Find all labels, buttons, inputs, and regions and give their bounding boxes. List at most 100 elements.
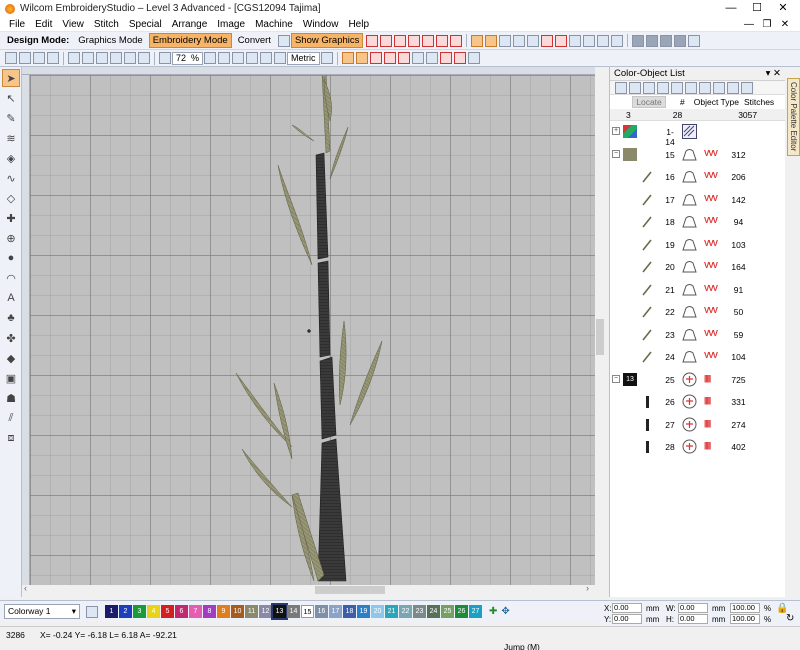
menu-edit[interactable]: Edit (35, 19, 52, 30)
column-tool-icon[interactable]: ◇ (2, 189, 20, 207)
color-object-row[interactable]: 28 ||||| 402 (610, 436, 785, 459)
colorway-select[interactable]: Colorway 1 ▾ (4, 604, 80, 619)
expand-icon[interactable]: + (612, 127, 620, 135)
flag-icon[interactable] (688, 34, 701, 47)
run-stitch-icon[interactable] (422, 34, 435, 47)
convert-button[interactable]: Convert (234, 33, 275, 48)
horizontal-scroll-thumb[interactable] (315, 586, 385, 594)
run-tool-icon[interactable]: ∿ (2, 169, 20, 187)
color-swatch[interactable]: 20 (371, 605, 384, 618)
paste-icon[interactable] (96, 52, 108, 64)
x-field[interactable]: 0.00 (612, 603, 642, 613)
collapse-icon[interactable]: − (612, 149, 620, 158)
horizontal-scrollbar[interactable]: ‹ › (22, 583, 595, 595)
distribute-icon[interactable] (674, 34, 687, 47)
color-swatch[interactable]: 6 (175, 605, 188, 618)
color-swatch[interactable]: 9 (217, 605, 230, 618)
graphics-mode-button[interactable]: Graphics Mode (74, 33, 146, 48)
color-object-row[interactable]: 22 VVV 50 (610, 301, 785, 324)
color-swatch[interactable]: 19 (357, 605, 370, 618)
color-swatch[interactable]: 17 (329, 605, 342, 618)
stitch-view-icon[interactable] (341, 52, 354, 64)
align-icon[interactable] (660, 34, 673, 47)
color-swatch[interactable]: 23 (413, 605, 426, 618)
effect-8-icon[interactable] (569, 34, 582, 47)
palette-icon[interactable] (86, 605, 98, 618)
effect-1-icon[interactable] (471, 34, 484, 47)
color-swatch[interactable]: 24 (427, 605, 440, 618)
apply-icon[interactable]: ↻ (786, 613, 794, 624)
color-swatch[interactable]: 12 (259, 605, 272, 618)
lettering-icon[interactable]: A (2, 289, 20, 307)
cut-icon[interactable] (68, 52, 80, 64)
open-file-icon[interactable] (19, 52, 31, 64)
color-object-row[interactable]: 24 VVV 104 (610, 346, 785, 369)
color-object-row[interactable]: 23 VVV 59 (610, 324, 785, 347)
collapse-icon[interactable]: − (612, 374, 620, 383)
panel-tool-5-icon[interactable] (671, 81, 683, 94)
panel-tool-8-icon[interactable] (713, 81, 725, 94)
view-design-icon[interactable] (246, 52, 259, 64)
close-button[interactable]: ✕ (770, 0, 796, 16)
zoom-icon[interactable] (159, 52, 171, 64)
units-combo[interactable]: Metric (287, 51, 320, 65)
cut-tool-icon[interactable]: ⧈ (2, 429, 20, 447)
undo-icon[interactable] (124, 52, 136, 64)
circle-tool-icon[interactable]: ● (2, 249, 20, 267)
tool-a-icon[interactable] (369, 52, 382, 64)
wave-stitch-icon[interactable] (408, 34, 421, 47)
color-object-row[interactable]: 20 VVV 164 (610, 256, 785, 279)
menu-stitch[interactable]: Stitch (94, 19, 119, 30)
menu-image[interactable]: Image (217, 19, 245, 30)
tool-f-icon[interactable] (439, 52, 452, 64)
effect-6-icon[interactable] (541, 34, 554, 47)
color-object-row[interactable]: −13 25 ||||| 725 (610, 369, 785, 392)
tool-b-icon[interactable] (383, 52, 396, 64)
color-swatch[interactable]: 5 (161, 605, 174, 618)
scroll-right-arrow-icon[interactable]: › (586, 583, 589, 593)
color-swatch[interactable]: 4 (147, 605, 160, 618)
w-field[interactable]: 0.00 (678, 603, 708, 613)
save-icon[interactable] (33, 52, 45, 64)
color-object-row[interactable]: 19 VVV 103 (610, 234, 785, 257)
add-color-icon[interactable]: ✚ (489, 606, 497, 617)
pattern-run-icon[interactable] (436, 34, 449, 47)
menu-view[interactable]: View (62, 19, 84, 30)
3d-icon[interactable] (597, 34, 610, 47)
effect-3-icon[interactable] (499, 34, 512, 47)
copy-icon[interactable] (82, 52, 94, 64)
effect-9-icon[interactable] (583, 34, 596, 47)
effect-7-icon[interactable] (555, 34, 568, 47)
color-swatch[interactable]: 10 (231, 605, 244, 618)
locate-button[interactable]: Locate (632, 96, 666, 108)
globe-icon[interactable] (277, 34, 290, 47)
outline-view-icon[interactable] (355, 52, 368, 64)
color-swatch[interactable]: 26 (455, 605, 468, 618)
color-swatch[interactable]: 21 (385, 605, 398, 618)
zoom-in-icon[interactable] (204, 52, 217, 64)
color-object-row[interactable]: 27 ||||| 274 (610, 414, 785, 437)
embroidery-mode-button[interactable]: Embroidery Mode (148, 33, 232, 48)
effect-5-icon[interactable] (527, 34, 540, 47)
panel-tool-4-icon[interactable] (657, 81, 669, 94)
color-swatch[interactable]: 8 (203, 605, 216, 618)
satin-tool-icon[interactable]: ≋ (2, 129, 20, 147)
doc-close-button[interactable]: ✕ (776, 17, 794, 32)
panel-pin-close[interactable]: ▾ ✕ (766, 68, 781, 79)
elements-icon[interactable]: ☗ (2, 389, 20, 407)
print-icon[interactable] (47, 52, 59, 64)
zoom-combo[interactable]: 72 % (172, 51, 204, 65)
team-names-icon[interactable]: ✤ (2, 329, 20, 347)
color-swatch[interactable]: 14 (287, 605, 300, 618)
menu-machine[interactable]: Machine (255, 19, 293, 30)
color-swatch[interactable]: 22 (399, 605, 412, 618)
color-swatch[interactable]: 25 (441, 605, 454, 618)
design-canvas[interactable]: ‹ › (22, 67, 605, 595)
doc-minimize-button[interactable]: — (740, 17, 758, 32)
tool-d-icon[interactable] (411, 52, 424, 64)
panel-tool-3-icon[interactable] (643, 81, 655, 94)
color-swatch[interactable]: 7 (189, 605, 202, 618)
new-file-icon[interactable] (5, 52, 17, 64)
select-arrow-icon[interactable]: ➤ (2, 69, 20, 87)
reshape-icon[interactable]: ↖ (2, 89, 20, 107)
